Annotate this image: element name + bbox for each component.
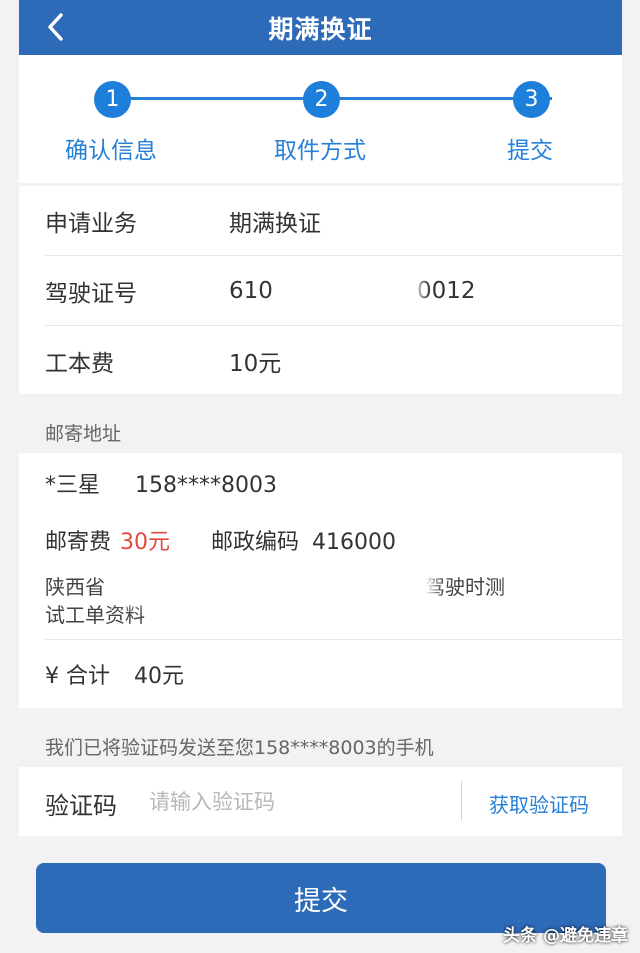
step-2-circle: 2 — [303, 81, 340, 118]
address-line2: 试工单资料 — [45, 603, 145, 627]
fee-value: 10元 — [229, 350, 282, 377]
application-info-card: 申请业务 期满换证 驾驶证号 610 0012 工本费 10元 — [19, 186, 622, 394]
watermark: 头条 @避免违章 — [503, 926, 628, 946]
mail-address-card: *三星 158****8003 邮寄费 30元 邮政编码 416000 陕西省 … — [19, 453, 622, 708]
business-row: 申请业务 期满换证 — [19, 186, 622, 255]
address-line1-start: 陕西省 — [45, 575, 105, 599]
app-screen: 期满换证 1 2 3 确认信息 取件方式 提交 申请业务 期满换证 驾驶证号 6… — [19, 0, 622, 953]
total-label: ¥ 合计 — [45, 664, 110, 689]
step-3-label: 提交 — [507, 138, 553, 164]
recipient-line: *三星 158****8003 — [45, 467, 277, 499]
postcode-value: 416000 — [312, 530, 397, 555]
business-label: 申请业务 — [45, 210, 137, 237]
business-value: 期满换证 — [229, 210, 321, 237]
recipient-name: *三星 — [45, 473, 101, 498]
recipient-phone: 158****8003 — [135, 473, 277, 498]
redacted-region — [281, 268, 421, 314]
verify-label: 验证码 — [45, 792, 117, 820]
address-line1-end: 驾驶时测 — [425, 575, 505, 599]
postage-line: 邮寄费 30元 邮政编码 416000 — [45, 524, 396, 556]
back-button[interactable] — [45, 10, 75, 44]
step-1-label: 确认信息 — [65, 138, 157, 164]
nav-bar: 期满换证 — [19, 0, 622, 55]
total-row: ¥ 合计 40元 — [19, 640, 622, 708]
license-suffix: 0012 — [417, 277, 476, 304]
step-3-circle: 3 — [513, 81, 550, 118]
redacted-region — [119, 565, 434, 603]
mail-section-label: 邮寄地址 — [45, 423, 122, 445]
step-1-circle: 1 — [94, 81, 131, 118]
postcode-label: 邮政编码 — [211, 530, 300, 555]
total-value: 40元 — [134, 664, 184, 689]
fee-row: 工本费 10元 — [19, 326, 622, 395]
chevron-left-icon — [48, 13, 63, 41]
license-prefix: 610 — [229, 277, 273, 304]
fee-label: 工本费 — [45, 350, 114, 377]
verify-code-input[interactable] — [147, 783, 451, 821]
get-code-button[interactable]: 获取验证码 — [489, 789, 589, 818]
verify-card: 验证码 获取验证码 — [19, 767, 622, 836]
postage-value: 30元 — [120, 530, 171, 555]
license-label: 驾驶证号 — [45, 280, 137, 307]
page-title: 期满换证 — [268, 14, 373, 44]
vertical-divider — [461, 781, 462, 821]
verify-notice: 我们已将验证码发送至您158****8003的手机 — [45, 737, 434, 759]
license-row: 驾驶证号 610 0012 — [19, 256, 622, 325]
postage-label: 邮寄费 — [45, 530, 112, 555]
step-2-label: 取件方式 — [274, 138, 366, 164]
